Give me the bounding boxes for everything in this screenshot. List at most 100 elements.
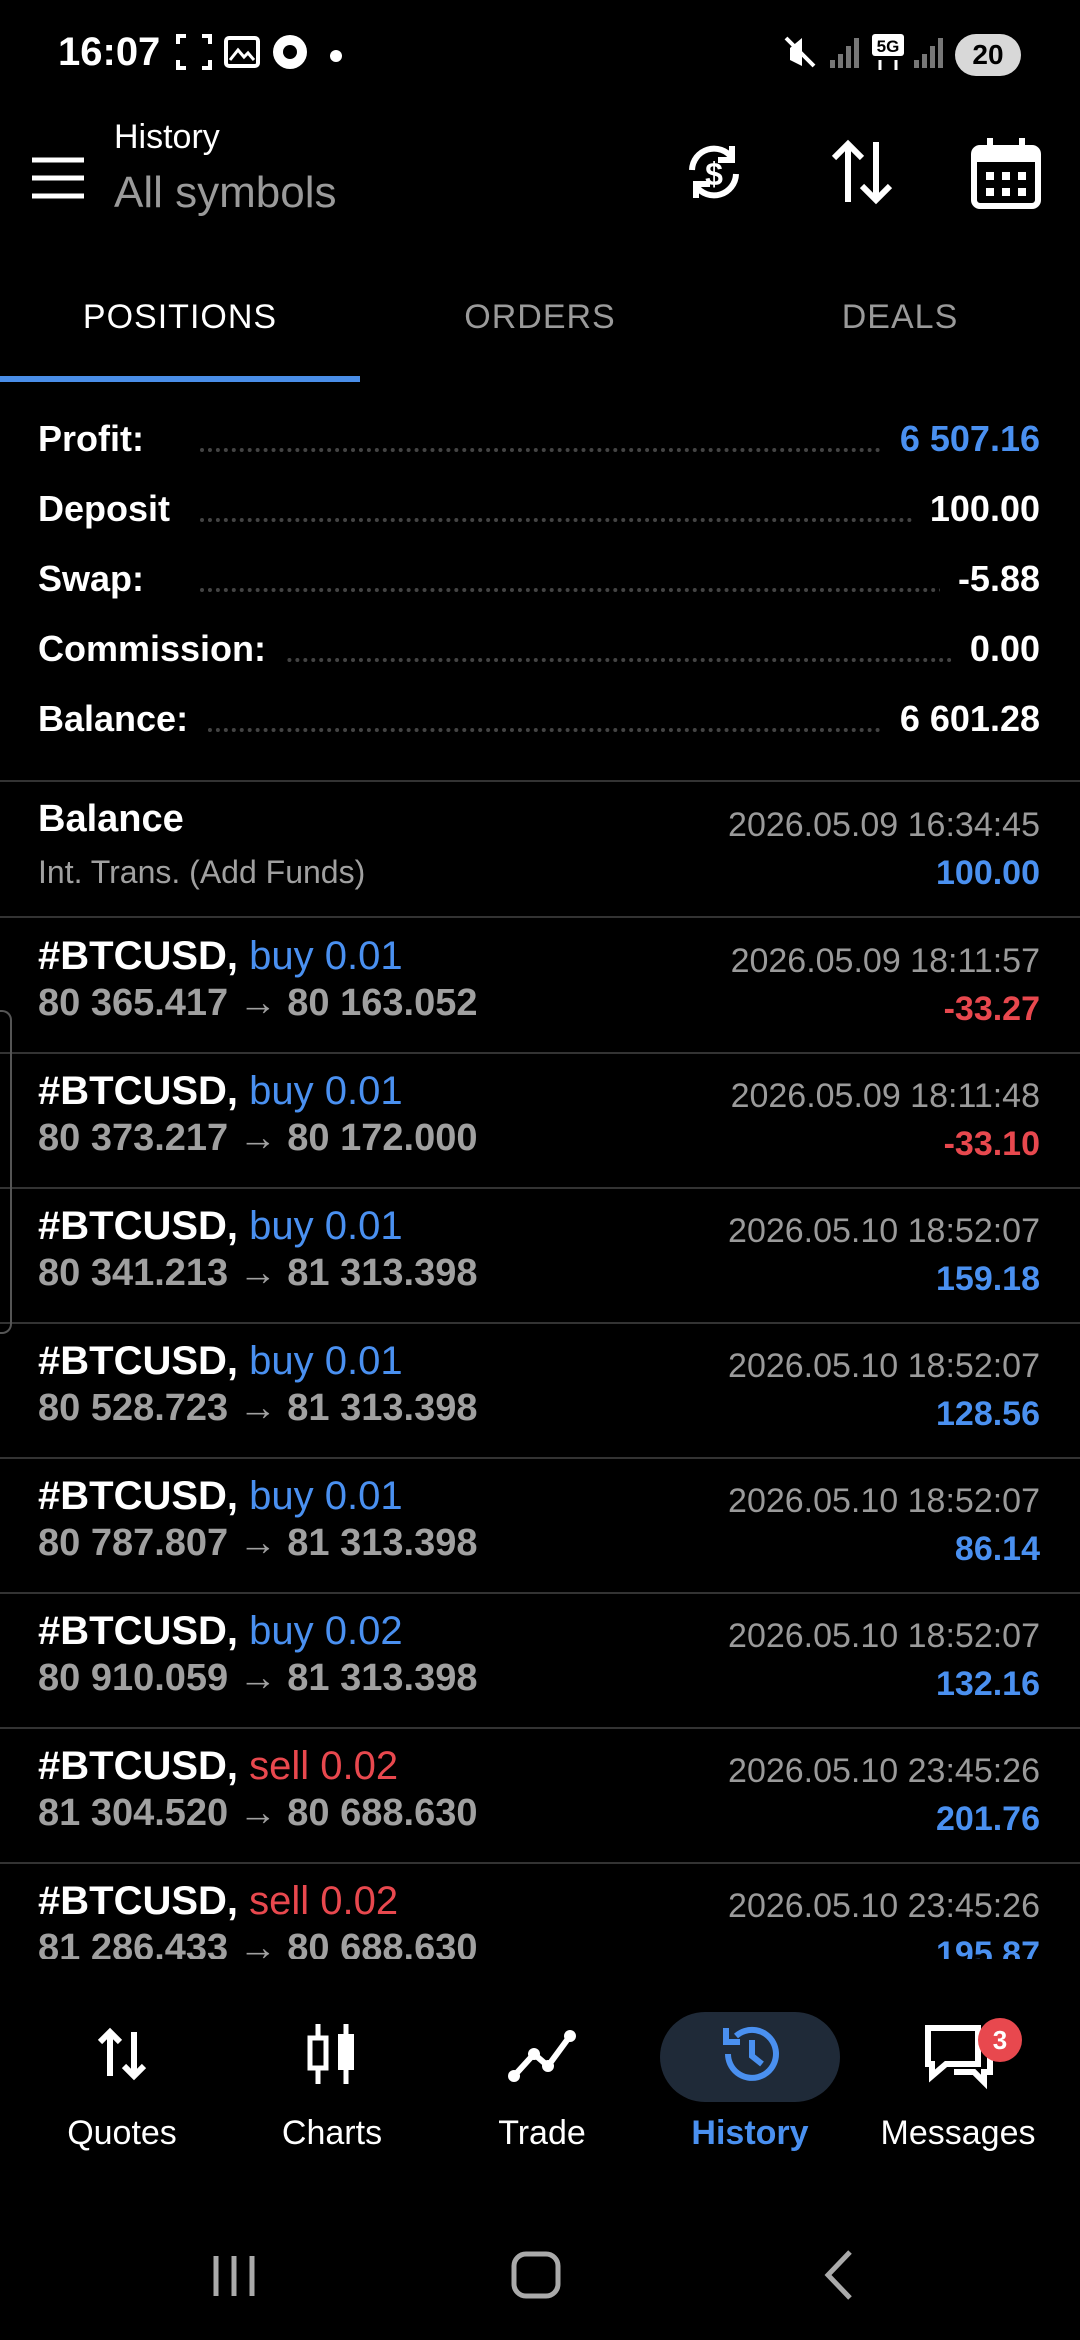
position-symbol: #BTCUSD,	[38, 1744, 239, 1788]
nav-quotes[interactable]: Quotes	[14, 1962, 230, 2182]
svg-text:$: $	[705, 156, 723, 192]
summary-balance-row: Balance: 6 601.28	[0, 690, 1080, 760]
balance-entry-time: 2026.05.09 16:34:45	[728, 806, 1040, 844]
position-row[interactable]: #BTCUSD, sell 0.02 81 304.520 → 80 688.6…	[0, 1728, 1080, 1864]
position-time: 2026.05.10 18:52:07	[728, 1617, 1040, 1655]
position-row[interactable]: #BTCUSD, buy 0.01 80 528.723 → 81 313.39…	[0, 1323, 1080, 1459]
status-bar: 16:07 5G 20	[0, 0, 1080, 112]
nav-label-messages: Messages	[880, 2114, 1036, 2152]
nav-charts[interactable]: Charts	[224, 1962, 440, 2182]
position-row[interactable]: #BTCUSD, buy 0.01 80 787.807 → 81 313.39…	[0, 1458, 1080, 1594]
position-prices: 80 373.217 → 80 172.000	[38, 1117, 478, 1159]
deposit-label: Deposit	[38, 488, 189, 530]
position-time: 2026.05.10 23:45:26	[728, 1887, 1040, 1925]
position-time: 2026.05.09 18:11:48	[730, 1077, 1040, 1115]
dotted-leader	[200, 518, 960, 522]
system-navigation	[0, 2200, 1080, 2340]
position-time: 2026.05.10 23:45:26	[728, 1752, 1040, 1790]
balance-entry-amount: 100.00	[936, 854, 1040, 892]
position-prices: 80 787.807 → 81 313.398	[38, 1522, 478, 1564]
history-tabs: POSITIONS ORDERS DEALS	[0, 282, 1080, 382]
position-prices: 80 528.723 → 81 313.398	[38, 1387, 478, 1429]
nav-messages[interactable]: 3 Messages	[850, 1962, 1066, 2182]
battery-level: 20	[955, 34, 1021, 76]
position-prices: 80 365.417 → 80 163.052	[38, 982, 478, 1024]
position-prices: 80 341.213 → 81 313.398	[38, 1252, 478, 1294]
position-time: 2026.05.10 18:52:07	[728, 1482, 1040, 1520]
commission-label: Commission:	[38, 628, 285, 670]
dotted-leader	[200, 448, 960, 452]
currency-refresh-icon[interactable]: $	[672, 130, 756, 214]
summary-swap-row: Swap: -5.88	[0, 550, 1080, 620]
position-time: 2026.05.09 18:11:57	[730, 942, 1040, 980]
charts-icon	[307, 2024, 354, 2084]
position-symbol: #BTCUSD,	[38, 1069, 239, 1113]
back-icon[interactable]	[800, 2240, 880, 2310]
position-side: buy 0.01	[249, 1474, 403, 1518]
nav-trade[interactable]: Trade	[434, 1962, 650, 2182]
app-header: History All symbols $	[0, 112, 1080, 282]
status-time: 16:07	[58, 30, 161, 74]
position-symbol: #BTCUSD,	[38, 1609, 239, 1653]
position-title: #BTCUSD, buy 0.01	[38, 1069, 403, 1114]
tab-deals[interactable]: DEALS	[720, 282, 1080, 382]
history-icon	[723, 2026, 779, 2081]
header-subtitle: History	[114, 118, 220, 156]
position-title: #BTCUSD, buy 0.01	[38, 1474, 403, 1519]
position-title: #BTCUSD, buy 0.01	[38, 934, 403, 979]
dotted-leader	[200, 658, 960, 662]
summary-commission-row: Commission: 0.00	[0, 620, 1080, 690]
quotes-icon	[97, 2027, 147, 2081]
position-row[interactable]: #BTCUSD, buy 0.01 80 365.417 → 80 163.05…	[0, 918, 1080, 1054]
position-profit: 201.76	[936, 1800, 1040, 1838]
balance-entry-row[interactable]: Balance Int. Trans. (Add Funds) 2026.05.…	[0, 782, 1080, 918]
chrome-icon	[273, 35, 307, 69]
signal-icon	[830, 38, 859, 68]
nav-history[interactable]: History	[642, 1962, 858, 2182]
scroll-handle[interactable]	[0, 1010, 12, 1334]
menu-icon[interactable]	[30, 150, 86, 206]
balance-entry-title: Balance	[38, 798, 184, 840]
position-profit: 195.87	[936, 1935, 1040, 1959]
nav-label-quotes: Quotes	[67, 2114, 177, 2152]
position-symbol: #BTCUSD,	[38, 1204, 239, 1248]
position-profit: 86.14	[954, 1530, 1040, 1568]
profit-label: Profit:	[38, 418, 162, 460]
trade-icon	[508, 2030, 576, 2082]
position-profit: -33.27	[943, 990, 1040, 1028]
tab-positions[interactable]: POSITIONS	[0, 282, 360, 382]
position-side: buy 0.01	[249, 1204, 403, 1248]
nav-label-charts: Charts	[281, 2114, 383, 2152]
svg-text:5G: 5G	[877, 37, 900, 56]
screenshot-icon	[176, 34, 212, 70]
position-row[interactable]: #BTCUSD, buy 0.02 80 910.059 → 81 313.39…	[0, 1593, 1080, 1729]
header-title[interactable]: All symbols	[114, 168, 337, 218]
home-icon[interactable]	[496, 2240, 576, 2310]
position-profit: 128.56	[936, 1395, 1040, 1433]
position-time: 2026.05.10 18:52:07	[728, 1347, 1040, 1385]
position-prices: 81 304.520 → 80 688.630	[38, 1792, 478, 1834]
5g-icon: 5G	[872, 34, 904, 70]
position-row[interactable]: #BTCUSD, buy 0.01 80 373.217 → 80 172.00…	[0, 1053, 1080, 1189]
balance-label: Balance:	[38, 698, 207, 740]
position-row[interactable]: #BTCUSD, sell 0.02 81 286.433 → 80 688.6…	[0, 1863, 1080, 1959]
deposit-value: 100.00	[911, 488, 1040, 530]
position-side: buy 0.01	[249, 1069, 403, 1113]
position-side: sell 0.02	[249, 1744, 399, 1788]
position-row[interactable]: #BTCUSD, buy 0.01 80 341.213 → 81 313.39…	[0, 1188, 1080, 1324]
tab-orders[interactable]: ORDERS	[360, 282, 720, 382]
position-title: #BTCUSD, buy 0.01	[38, 1339, 403, 1384]
position-symbol: #BTCUSD,	[38, 1879, 239, 1923]
calendar-icon[interactable]	[964, 130, 1048, 214]
position-profit: 159.18	[936, 1260, 1040, 1298]
commission-value: 0.00	[951, 628, 1040, 670]
gallery-icon	[224, 36, 260, 68]
recent-apps-icon[interactable]	[194, 2240, 274, 2310]
summary-profit-row: Profit: 6 507.16	[0, 410, 1080, 480]
balance-entry-subtitle: Int. Trans. (Add Funds)	[38, 854, 366, 890]
position-title: #BTCUSD, sell 0.02	[38, 1744, 398, 1789]
sort-icon[interactable]	[820, 130, 904, 214]
notification-dot	[330, 50, 342, 62]
position-time: 2026.05.10 18:52:07	[728, 1212, 1040, 1250]
position-side: buy 0.02	[249, 1609, 403, 1653]
